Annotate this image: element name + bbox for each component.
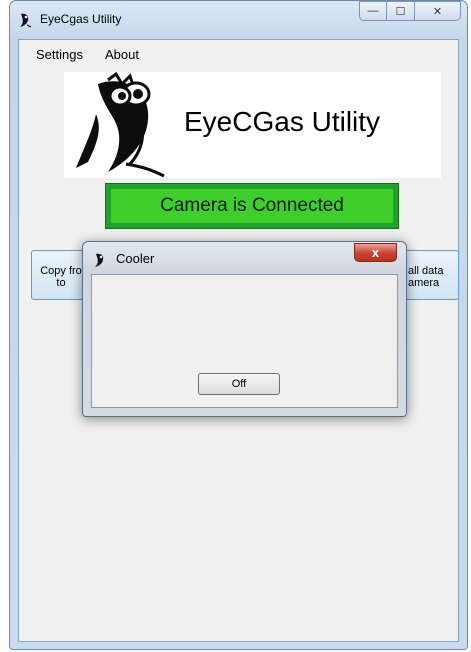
menu-bar: Settings About xyxy=(19,40,458,66)
all-data-button-line1: all data xyxy=(408,265,444,277)
all-data-button-line2: amera xyxy=(408,277,440,289)
banner: EyeCGas Utility xyxy=(64,72,441,178)
minimize-button[interactable]: — xyxy=(359,1,387,21)
minimize-icon: — xyxy=(367,5,379,17)
maximize-button[interactable]: ☐ xyxy=(387,1,415,21)
connection-status-panel: Camera is Connected xyxy=(105,183,399,229)
dialog-body: Off xyxy=(91,274,398,408)
menu-about[interactable]: About xyxy=(105,47,139,62)
cooler-off-button[interactable]: Off xyxy=(198,373,280,395)
close-icon: x xyxy=(371,245,380,260)
close-button[interactable]: ✕ xyxy=(415,1,461,21)
dialog-title: Cooler xyxy=(116,251,155,266)
dialog-close-button[interactable]: x xyxy=(354,243,397,262)
banner-title: EyeCGas Utility xyxy=(184,106,381,137)
close-icon: ✕ xyxy=(432,5,443,18)
maximize-icon: ☐ xyxy=(395,5,406,18)
caption-buttons: — ☐ ✕ xyxy=(359,1,461,23)
owl-icon xyxy=(20,13,32,28)
owl-icon xyxy=(95,253,104,267)
status-text: Camera is Connected xyxy=(160,195,344,216)
window-title: EyeCgas Utility xyxy=(40,12,122,26)
cooler-dialog: Cooler x Off xyxy=(82,241,407,417)
menu-settings[interactable]: Settings xyxy=(36,47,83,62)
copy-all-data-button[interactable]: all data amera xyxy=(399,250,459,300)
owl-logo xyxy=(76,72,165,178)
